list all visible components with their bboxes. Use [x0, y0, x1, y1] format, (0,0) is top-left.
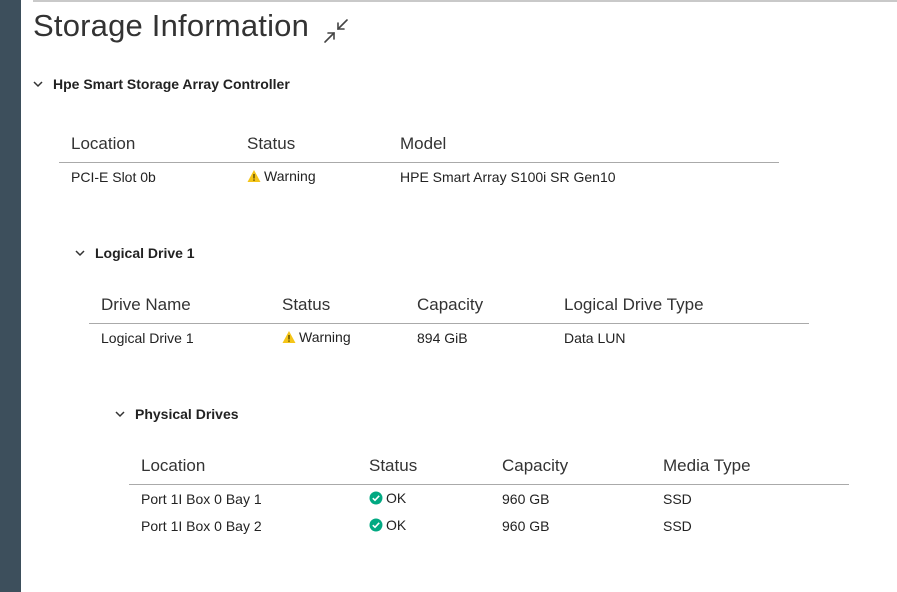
warning-icon: [282, 330, 296, 343]
page-title: Storage Information: [33, 8, 310, 43]
status-text: OK: [386, 489, 407, 506]
col-header[interactable]: Status: [357, 448, 490, 485]
table-row: Port 1I Box 0 Bay 2 OK 960 GB SSD: [129, 512, 849, 539]
status-text: Warning: [264, 167, 316, 184]
cell-capacity: 960 GB: [502, 517, 550, 534]
col-header[interactable]: Capacity: [405, 287, 552, 324]
table-row: Port 1I Box 0 Bay 1 OK 960 GB SSD: [129, 485, 849, 513]
collapse-arrows-icon[interactable]: [323, 18, 349, 44]
top-divider: [33, 0, 897, 2]
col-header[interactable]: Location: [59, 126, 235, 163]
cell-status: Warning: [235, 163, 388, 191]
cell-status: OK: [357, 512, 490, 539]
cell-status: Warning: [270, 324, 405, 352]
cell-capacity: 960 GB: [502, 490, 550, 507]
cell-drive-type: Data LUN: [564, 329, 626, 346]
cell-status: OK: [357, 485, 490, 513]
cell-location: Port 1I Box 0 Bay 2: [141, 517, 262, 534]
section-logical-drive-toggle[interactable]: Logical Drive 1: [75, 245, 195, 261]
section-controller-toggle[interactable]: Hpe Smart Storage Array Controller: [33, 76, 290, 92]
cell-drive-name: Logical Drive 1: [101, 329, 194, 346]
col-header[interactable]: Logical Drive Type: [552, 287, 809, 324]
ok-check-icon: [369, 518, 383, 531]
cell-location: Port 1I Box 0 Bay 1: [141, 490, 262, 507]
controller-table: Location Status Model PCI-E Slot 0b Warn…: [59, 126, 779, 190]
cell-media-type: SSD: [663, 517, 692, 534]
section-physical-drives-title: Physical Drives: [135, 406, 239, 422]
section-logical-drive-title: Logical Drive 1: [95, 245, 195, 261]
col-header[interactable]: Media Type: [651, 448, 849, 485]
chevron-down-icon: [33, 81, 43, 88]
col-header[interactable]: Status: [235, 126, 388, 163]
physical-drives-table: Location Status Capacity Media Type Port…: [129, 448, 849, 539]
col-header[interactable]: Capacity: [490, 448, 651, 485]
table-row: Logical Drive 1 Warning 894 GiB Data LUN: [89, 324, 809, 352]
col-header[interactable]: Location: [129, 448, 357, 485]
cell-location: PCI-E Slot 0b: [71, 168, 156, 185]
chevron-down-icon: [75, 250, 85, 257]
col-header[interactable]: Drive Name: [89, 287, 270, 324]
ok-check-icon: [369, 491, 383, 504]
chevron-down-icon: [115, 411, 125, 418]
table-row: PCI-E Slot 0b Warning HPE Smart Array S1…: [59, 163, 779, 191]
col-header[interactable]: Model: [388, 126, 779, 163]
left-rail: [0, 0, 21, 592]
cell-capacity: 894 GiB: [417, 329, 468, 346]
logical-drive-table: Drive Name Status Capacity Logical Drive…: [89, 287, 809, 351]
section-physical-drives-toggle[interactable]: Physical Drives: [115, 406, 239, 422]
col-header[interactable]: Status: [270, 287, 405, 324]
cell-media-type: SSD: [663, 490, 692, 507]
section-controller-title: Hpe Smart Storage Array Controller: [53, 76, 290, 92]
status-text: OK: [386, 516, 407, 533]
status-text: Warning: [299, 328, 351, 345]
cell-model: HPE Smart Array S100i SR Gen10: [400, 168, 616, 185]
warning-icon: [247, 169, 261, 182]
